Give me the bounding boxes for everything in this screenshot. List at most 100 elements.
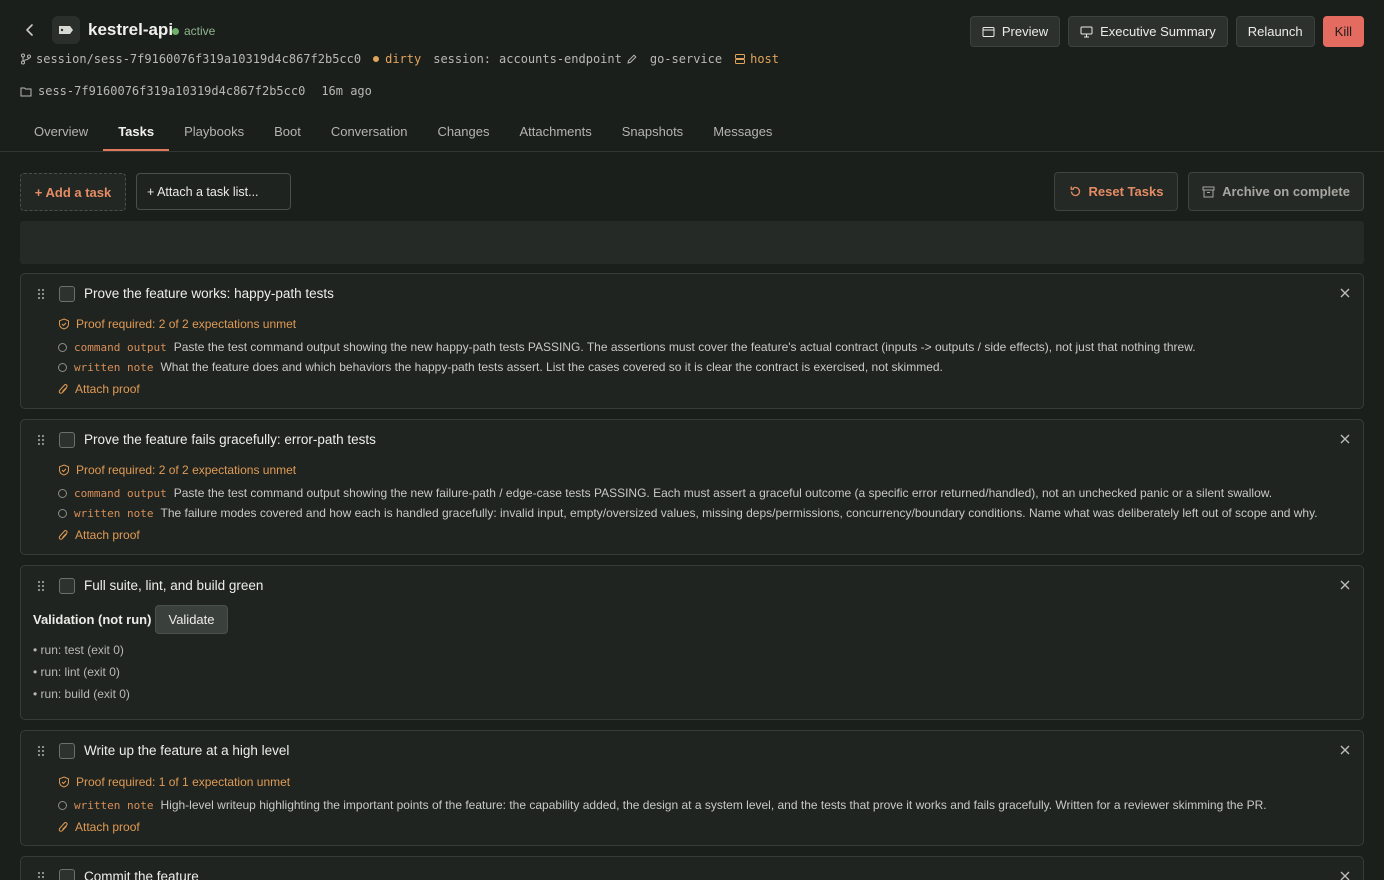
unmet-circle-icon — [58, 488, 67, 498]
task-checkbox[interactable] — [59, 286, 75, 302]
back-arrow-icon[interactable] — [22, 22, 38, 38]
unmet-circle-icon — [58, 800, 67, 810]
attach-proof-label: Attach proof — [75, 820, 140, 834]
dirty-label: dirty — [385, 52, 422, 66]
validation-label: Validation (not run) — [33, 612, 152, 627]
task-checkbox[interactable] — [59, 869, 75, 880]
expectation-item: written note The failure modes covered an… — [58, 506, 1318, 520]
add-task-button[interactable]: + Add a task — [20, 173, 126, 211]
task-card: Prove the feature fails gracefully: erro… — [20, 419, 1364, 555]
tag-icon — [59, 26, 73, 34]
kill-button[interactable]: Kill — [1322, 16, 1364, 47]
task-title: Commit the feature — [84, 869, 199, 880]
task-card: Write up the feature at a high level Pro… — [20, 730, 1364, 846]
reset-tasks-button[interactable]: Reset Tasks — [1054, 172, 1178, 211]
expectation-kind: written note — [74, 506, 154, 520]
session-id-row: sess-7f9160076f319a10319d4c867f2b5cc0 16… — [20, 84, 372, 98]
dirty-badge: dirty — [373, 52, 421, 66]
attach-proof-link[interactable]: Attach proof — [58, 382, 140, 396]
tab-messages[interactable]: Messages — [698, 112, 787, 151]
attach-proof-link[interactable]: Attach proof — [58, 820, 140, 834]
tab-boot[interactable]: Boot — [259, 112, 316, 151]
drag-handle-icon[interactable] — [37, 871, 45, 880]
executive-summary-button[interactable]: Executive Summary — [1068, 16, 1228, 47]
archive-box-icon — [1202, 186, 1215, 197]
tab-bar: Overview Tasks Playbooks Boot Conversati… — [0, 112, 1384, 152]
app-name: kestrel-api — [88, 20, 174, 39]
drag-handle-icon[interactable] — [37, 580, 45, 592]
task-title: Prove the feature fails gracefully: erro… — [84, 432, 376, 447]
run-line: • run: lint (exit 0) — [33, 665, 120, 679]
reset-icon — [1070, 186, 1080, 197]
status-dot-icon — [172, 27, 179, 35]
proof-required-label: Proof required: 2 of 2 expectations unme… — [76, 463, 297, 477]
status-label: active — [184, 24, 216, 38]
preview-label: Preview — [1001, 24, 1049, 39]
dirty-dot-icon — [373, 56, 380, 62]
drag-handle-icon[interactable] — [37, 434, 45, 446]
relaunch-button[interactable]: Relaunch — [1235, 16, 1315, 47]
expectation-kind: command output — [74, 486, 167, 500]
expectation-kind: command output — [74, 340, 167, 354]
close-icon[interactable] — [1339, 870, 1351, 880]
validate-button[interactable]: Validate — [155, 605, 228, 634]
presentation-icon — [1080, 26, 1093, 37]
session-age: 16m ago — [321, 84, 372, 98]
paperclip-icon — [58, 822, 68, 832]
app-icon — [52, 16, 80, 44]
tab-snapshots[interactable]: Snapshots — [607, 112, 698, 151]
expectation-text: High-level writeup highlighting the impo… — [160, 798, 1267, 812]
tasks-banner — [20, 221, 1364, 264]
pencil-icon[interactable] — [626, 53, 638, 65]
reset-tasks-label: Reset Tasks — [1088, 184, 1164, 199]
expectation-kind: written note — [74, 360, 154, 374]
tab-attachments[interactable]: Attachments — [504, 112, 606, 151]
task-checkbox[interactable] — [59, 578, 75, 594]
close-icon[interactable] — [1339, 433, 1351, 445]
service-name: go-service — [649, 52, 723, 66]
unmet-circle-icon — [58, 362, 67, 372]
executive-summary-label: Executive Summary — [1100, 24, 1216, 39]
tab-tasks[interactable]: Tasks — [103, 112, 170, 151]
expectation-kind: written note — [74, 798, 154, 812]
close-icon[interactable] — [1339, 579, 1351, 591]
status-badge: active — [172, 24, 215, 38]
close-icon[interactable] — [1339, 744, 1351, 756]
unmet-circle-icon — [58, 508, 67, 518]
task-title: Full suite, lint, and build green — [84, 578, 264, 593]
run-line: • run: build (exit 0) — [33, 687, 130, 701]
close-icon[interactable] — [1339, 287, 1351, 299]
session-id: sess-7f9160076f319a10319d4c867f2b5cc0 — [38, 84, 306, 98]
task-checkbox[interactable] — [59, 432, 75, 448]
proof-required-status: Proof required: 2 of 2 expectations unme… — [58, 317, 296, 331]
expectation-text: Paste the test command output showing th… — [173, 340, 1196, 354]
proof-required-label: Proof required: 2 of 2 expectations unme… — [76, 317, 297, 331]
archive-label: Archive on complete — [1222, 184, 1350, 199]
expectation-text: The failure modes covered and how each i… — [160, 506, 1318, 520]
tab-changes[interactable]: Changes — [422, 112, 504, 151]
folder-icon — [20, 87, 32, 96]
tasks-toolbar: + Add a task + Attach a task list... Res… — [20, 172, 1364, 211]
expectation-text: Paste the test command output showing th… — [173, 486, 1273, 500]
expectation-item: command output Paste the test command out… — [58, 340, 1196, 354]
tab-overview[interactable]: Overview — [19, 112, 103, 151]
expectation-item: written note What the feature does and wh… — [58, 360, 943, 374]
tab-conversation[interactable]: Conversation — [316, 112, 423, 151]
drag-handle-icon[interactable] — [37, 288, 45, 300]
drag-handle-icon[interactable] — [37, 745, 45, 757]
unmet-circle-icon — [58, 342, 67, 352]
attach-task-list-select[interactable]: + Attach a task list... — [136, 173, 291, 210]
browser-window-icon — [982, 26, 995, 37]
paperclip-icon — [58, 384, 68, 394]
shield-check-icon — [59, 464, 69, 476]
shield-check-icon — [59, 776, 69, 788]
attach-proof-link[interactable]: Attach proof — [58, 528, 140, 542]
task-checkbox[interactable] — [59, 743, 75, 759]
proof-required-label: Proof required: 1 of 1 expectation unmet — [76, 775, 291, 789]
preview-button[interactable]: Preview — [969, 16, 1061, 47]
session-label: session: — [433, 52, 492, 66]
archive-on-complete-button[interactable]: Archive on complete — [1188, 172, 1364, 211]
proof-required-status: Proof required: 2 of 2 expectations unme… — [58, 463, 296, 477]
task-title: Write up the feature at a high level — [84, 743, 290, 758]
tab-playbooks[interactable]: Playbooks — [169, 112, 259, 151]
